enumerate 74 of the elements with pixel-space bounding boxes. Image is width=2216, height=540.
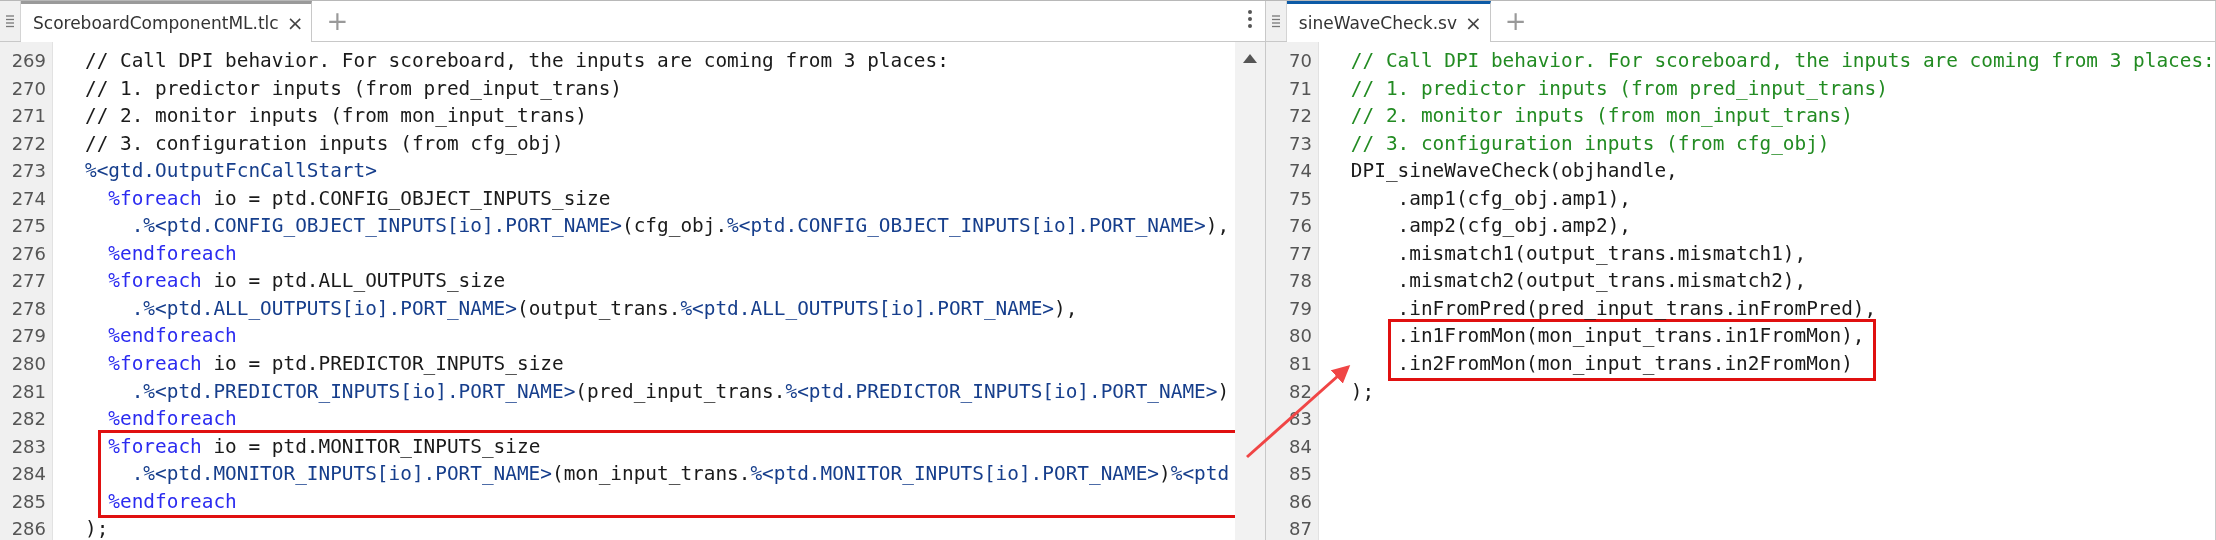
line-number: 272 (10, 131, 47, 156)
code-line: %endforeach (107, 406, 238, 433)
code-line: .in1FromMon(mon_input_trans.in1FromMon), (1396, 323, 1865, 350)
line-number: 269 (10, 49, 47, 73)
line-number: 75 (1287, 186, 1313, 211)
code-line: %foreach io = ptd.MONITOR_INPUTS_size (107, 433, 542, 460)
code-line: .inFromPred(pred_input_trans.inFromPred), (1396, 295, 1878, 322)
line-number: 275 (10, 214, 47, 239)
code-line: .amp2(cfg_obj.amp2), (1396, 213, 1633, 240)
code-line: // 3. configuration inputs (from cfg_obj) (1350, 130, 1831, 157)
line-number: 280 (10, 352, 47, 376)
line-number: 84 (1287, 434, 1313, 459)
line-number: 286 (10, 517, 47, 540)
code-line: .%<ptd.PREDICTOR_INPUTS[io].PORT_NAME>(pred_input_trans.%<ptd.PREDICTOR_INPUTS[io].PORT_NAME>) (130, 378, 1231, 405)
code-line: DPI_sineWaveCheck(objhandle, (1350, 158, 1679, 185)
scroll-up-icon[interactable] (1242, 54, 1257, 63)
line-number: 284 (10, 462, 47, 487)
code-line: .mismatch2(output_trans.mismatch2), (1396, 268, 1808, 295)
code-line: // 2. monitor inputs (from mon_input_trans) (85, 103, 588, 130)
code-line: %endforeach (107, 323, 238, 350)
line-number: 278 (10, 296, 47, 321)
code-line: %foreach io = ptd.PREDICTOR_INPUTS_size (107, 351, 565, 377)
file-tab[interactable]: sineWaveCheck.sv × (1286, 1, 1491, 42)
menu-icon[interactable] (0, 1, 21, 41)
code-line: // 1. predictor inputs (from pred_input_trans) (1350, 75, 1889, 102)
line-number: 270 (10, 76, 47, 101)
code-line: .amp1(cfg_obj.amp1), (1396, 185, 1633, 212)
line-number: 274 (10, 186, 47, 211)
line-number: 72 (1287, 104, 1313, 129)
code-line: %endforeach (107, 488, 238, 515)
code-line: %<gtd.OutputFcnCallStart> (85, 158, 378, 185)
line-number: 78 (1287, 269, 1313, 294)
line-number: 77 (1287, 241, 1313, 266)
line-number: 82 (1287, 379, 1313, 404)
close-button[interactable]: × (1464, 11, 1482, 35)
line-number: 281 (10, 379, 47, 404)
line-number: 283 (10, 434, 47, 459)
line-number: 279 (10, 324, 47, 349)
code-line: .%<ptd.CONFIG_OBJECT_INPUTS[io].PORT_NAME>(cfg_obj.%<ptd.CONFIG_OBJECT_INPUTS[io].PORT_NAME>), (130, 213, 1231, 240)
code-line: // 2. monitor inputs (from mon_input_trans) (1350, 103, 1854, 130)
line-number: 71 (1287, 76, 1313, 101)
line-number: 81 (1287, 352, 1313, 376)
line-number: 70 (1287, 49, 1313, 73)
code-line: %endforeach (107, 240, 238, 267)
menu-icon[interactable] (1265, 1, 1287, 41)
line-number: 273 (10, 159, 47, 184)
scrollbar[interactable] (1234, 42, 1265, 540)
code-line: .in2FromMon(mon_input_trans.in2FromMon) (1396, 351, 1854, 377)
line-number: 282 (10, 407, 47, 432)
line-number: 73 (1287, 131, 1313, 156)
line-number: 85 (1287, 462, 1313, 487)
code-line: // 1. predictor inputs (from pred_input_trans) (85, 75, 623, 102)
line-number: 76 (1287, 214, 1313, 239)
line-number: 80 (1287, 324, 1313, 349)
code-line: // Call DPI behavior. For scoreboard, the inputs are coming from 3 places: (85, 48, 950, 74)
code-line: %foreach io = ptd.CONFIG_OBJECT_INPUTS_size (107, 185, 612, 212)
code-line: .%<ptd.ALL_OUTPUTS[io].PORT_NAME>(output_trans.%<ptd.ALL_OUTPUTS[io].PORT_NAME>), (130, 295, 1079, 322)
line-number: 285 (10, 489, 47, 514)
code-line: // Call DPI behavior. For scoreboard, the inputs are coming from 3 places: (1350, 48, 2215, 74)
line-number: 271 (10, 104, 47, 129)
file-tab[interactable]: ScoreboardComponentML.tlc × (21, 1, 313, 42)
code-line: ); (85, 516, 110, 540)
line-number: 277 (10, 269, 47, 294)
line-number: 74 (1287, 159, 1313, 184)
code-line: .%<ptd.MONITOR_INPUTS[io].PORT_NAME>(mon_input_trans.%<ptd.MONITOR_INPUTS[io].PORT_NAME>)%<ptd (130, 461, 1230, 488)
line-number: 79 (1287, 296, 1313, 321)
line-number: 86 (1287, 489, 1313, 514)
code-line: .mismatch1(output_trans.mismatch1), (1396, 240, 1808, 267)
code-line: ); (1350, 378, 1376, 405)
line-number: 276 (10, 241, 47, 266)
code-line: %foreach io = ptd.ALL_OUTPUTS_size (107, 268, 507, 295)
code-line: // 3. configuration inputs (from cfg_obj) (85, 130, 565, 157)
close-button[interactable]: × (286, 11, 304, 35)
line-number: 87 (1287, 517, 1313, 540)
